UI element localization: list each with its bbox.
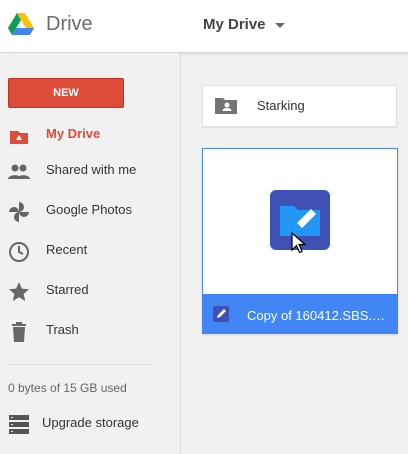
sidebar-item-my-drive[interactable]: My Drive <box>0 117 180 153</box>
people-icon <box>8 164 30 179</box>
storage-usage-text: 0 bytes of 15 GB used <box>8 381 127 395</box>
drawing-file-icon <box>213 306 229 322</box>
sidebar-item-label: Starred <box>46 282 89 297</box>
upgrade-storage-link[interactable]: Upgrade storage <box>0 409 180 439</box>
star-icon <box>9 282 29 301</box>
clock-icon <box>9 242 29 262</box>
sidebar-item-starred[interactable]: Starred <box>0 273 180 309</box>
sidebar-divider <box>8 364 153 365</box>
file-item[interactable]: Copy of 160412.SBS.스… <box>202 148 398 334</box>
mouse-cursor-icon <box>291 232 307 254</box>
sidebar-item-label: Trash <box>46 322 79 337</box>
file-name: Copy of 160412.SBS.스… <box>247 308 392 323</box>
sidebar-item-shared-with-me[interactable]: Shared with me <box>0 153 180 189</box>
file-footer: Copy of 160412.SBS.스… <box>203 294 397 333</box>
sidebar-item-label: Google Photos <box>46 202 133 217</box>
top-bar: Drive My Drive <box>0 0 408 53</box>
trash-icon <box>12 322 26 342</box>
shared-folder-icon <box>215 98 237 114</box>
folder-item[interactable]: Starking <box>202 85 397 127</box>
sidebar-item-google-photos[interactable]: Google Photos <box>0 193 180 229</box>
folder-name: Starking <box>257 98 305 113</box>
sidebar: NEW My Drive Shared with me Google Photo… <box>0 53 181 454</box>
sidebar-item-label: Recent <box>46 242 88 257</box>
caret-down-icon <box>274 22 285 28</box>
sidebar-item-label: Shared with me <box>46 162 137 177</box>
storage-icon <box>9 415 29 434</box>
drive-logo-icon[interactable] <box>8 13 34 37</box>
sidebar-item-recent[interactable]: Recent <box>0 233 180 269</box>
location-dropdown[interactable]: My Drive <box>203 16 285 33</box>
location-label: My Drive <box>203 16 266 33</box>
sidebar-item-label: My Drive <box>46 126 101 141</box>
photos-pinwheel-icon <box>9 202 29 222</box>
my-drive-icon <box>10 131 28 144</box>
sidebar-item-trash[interactable]: Trash <box>0 313 180 349</box>
new-button[interactable]: NEW <box>8 78 124 108</box>
file-thumbnail <box>203 149 397 294</box>
app-name[interactable]: Drive <box>46 13 93 36</box>
upgrade-storage-label: Upgrade storage <box>42 415 139 430</box>
